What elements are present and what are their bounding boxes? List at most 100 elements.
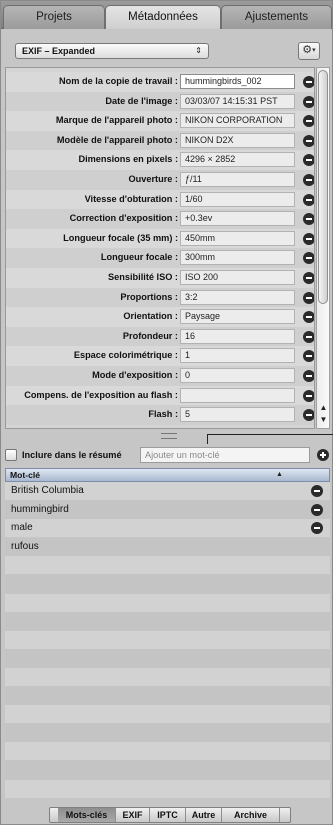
exif-field-value[interactable]: 3:2 <box>180 289 295 305</box>
keyword-empty-row <box>5 630 330 649</box>
exif-row: Compens. de l'exposition au flash : <box>6 385 314 406</box>
exif-field-value[interactable]: Paysage <box>180 309 295 325</box>
exif-field-value[interactable]: 03/03/07 14:15:31 PST <box>180 93 295 109</box>
remove-field-icon[interactable] <box>303 95 314 108</box>
keyword-label: British Columbia <box>11 485 84 496</box>
include-in-summary-label: Inclure dans le résumé <box>22 450 122 460</box>
remove-keyword-icon[interactable] <box>311 522 323 535</box>
exif-row: Sensibilité ISO : ISO 200 <box>6 268 314 288</box>
exif-field-value[interactable]: 1 <box>180 348 295 364</box>
exif-row: Modèle de l'appareil photo : NIKON D2X <box>6 130 314 151</box>
remove-field-icon[interactable] <box>303 370 314 382</box>
exif-row: Longueur focale (35 mm) :450mm <box>6 228 314 249</box>
keyword-empty-row <box>5 556 330 575</box>
bottom-tab-4[interactable]: Archive <box>222 808 280 822</box>
keyword-item[interactable]: rufous <box>5 537 330 556</box>
remove-field-icon[interactable] <box>303 330 314 343</box>
remove-field-icon[interactable] <box>303 232 314 245</box>
keyword-empty-row <box>5 742 330 761</box>
exif-row: Dimensions en pixels :4296 × 2852 <box>6 150 314 170</box>
remove-field-icon[interactable] <box>303 115 314 128</box>
remove-keyword-icon[interactable] <box>311 503 323 516</box>
exif-field-label: Compens. de l'exposition au flash : <box>24 389 178 400</box>
remove-field-icon[interactable] <box>303 193 314 206</box>
exif-row: Flash :5 <box>6 405 314 425</box>
exif-field-value[interactable]: 16 <box>180 328 295 344</box>
include-in-summary-checkbox[interactable] <box>5 449 17 461</box>
keyword-item[interactable]: hummingbird <box>5 500 330 519</box>
keyword-label: rufous <box>11 540 39 552</box>
remove-field-icon[interactable] <box>303 76 314 88</box>
remove-field-icon[interactable] <box>303 409 314 422</box>
exif-field-value[interactable]: NIKON D2X <box>180 132 295 148</box>
keyword-label: hummingbird <box>11 503 69 515</box>
metadata-inspector: Projets Métadonnées Ajustements EXIF – E… <box>0 0 333 825</box>
keyword-list: British Columbia hummingbird male rufous <box>5 482 330 800</box>
keyword-empty-row <box>5 593 330 612</box>
exif-field-value[interactable]: +0.3ev <box>180 211 295 227</box>
exif-field-label: Longueur focale : <box>100 252 178 263</box>
metadata-view-popup[interactable]: EXIF – Expanded ⇕ <box>15 43 209 59</box>
bottom-tab-1[interactable]: EXIF <box>116 808 150 822</box>
keyword-item[interactable]: British Columbia <box>5 482 330 500</box>
exif-scrollbar[interactable]: ▲ ▼ <box>316 67 330 429</box>
remove-field-icon[interactable] <box>303 272 314 284</box>
action-menu-button[interactable]: ⚙▾ <box>298 42 320 60</box>
remove-field-icon[interactable] <box>303 291 314 304</box>
exif-field-value[interactable]: 5 <box>180 407 295 423</box>
exif-field-value[interactable]: 450mm <box>180 230 295 246</box>
tab-ajustements[interactable]: Ajustements <box>221 5 332 29</box>
exif-field-label: Flash : <box>148 409 178 420</box>
scroll-up-arrow-icon[interactable]: ▲ <box>318 402 329 414</box>
tab-projets[interactable]: Projets <box>3 5 105 29</box>
remove-field-icon[interactable] <box>303 134 314 147</box>
keyword-empty-row <box>5 761 330 779</box>
pane-splitter[interactable] <box>161 433 177 439</box>
metadata-view-label: EXIF – Expanded <box>22 46 96 56</box>
exif-field-value[interactable]: 300mm <box>180 250 295 266</box>
add-keyword-input[interactable]: Ajouter un mot-clé <box>140 447 310 463</box>
exif-field-value[interactable]: 0 <box>180 368 295 383</box>
keyword-empty-row <box>5 575 330 593</box>
exif-field-label: Longueur focale (35 mm) : <box>63 232 178 243</box>
keyword-empty-row <box>5 705 330 724</box>
remove-field-icon[interactable] <box>303 389 314 402</box>
exif-field-value[interactable]: ISO 200 <box>180 270 295 285</box>
bottom-tab-3[interactable]: Autre <box>186 808 222 822</box>
exif-row: Vitesse d'obturation :1/60 <box>6 189 314 210</box>
exif-field-label: Ouverture : <box>128 174 178 184</box>
remove-field-icon[interactable] <box>303 252 314 265</box>
remove-keyword-icon[interactable] <box>311 485 323 497</box>
add-keyword-plus-icon[interactable] <box>317 449 329 461</box>
exif-field-value[interactable]: 4296 × 2852 <box>180 152 295 168</box>
bottom-tab-2[interactable]: IPTC <box>150 808 186 822</box>
exif-field-value[interactable]: hummingbirds_002 <box>180 74 295 89</box>
exif-row: Date de l'image :03/03/07 14:15:31 PST <box>6 91 314 112</box>
exif-field-list: Nom de la copie de travail : hummingbirds… <box>5 67 315 429</box>
exif-row: Mode d'exposition :0 <box>6 366 314 386</box>
keyword-input-row: Inclure dans le résumé Ajouter un mot-cl… <box>5 447 317 465</box>
exif-field-value[interactable]: 1/60 <box>180 191 295 207</box>
exif-field-label: Vitesse d'obturation : <box>84 193 178 204</box>
keyword-column-header[interactable]: Mot-clé ▲ <box>5 468 330 482</box>
bottom-tab-0[interactable]: Mots-clés <box>58 808 116 822</box>
exif-row: Longueur focale :300mm <box>6 248 314 268</box>
remove-field-icon[interactable] <box>303 174 314 186</box>
scrollbar-thumb[interactable] <box>318 70 328 304</box>
exif-field-value[interactable] <box>180 387 295 403</box>
remove-field-icon[interactable] <box>303 311 314 324</box>
remove-field-icon[interactable] <box>303 213 314 226</box>
remove-field-icon[interactable] <box>303 350 314 363</box>
remove-field-icon[interactable] <box>303 154 314 167</box>
exif-field-label: Nom de la copie de travail : <box>59 76 178 86</box>
exif-row: Profondeur :16 <box>6 326 314 347</box>
exif-row: Espace colorimétrique :1 <box>6 346 314 366</box>
keyword-empty-row <box>5 779 330 798</box>
exif-field-value[interactable]: ƒ/11 <box>180 172 295 187</box>
chevron-down-icon: ▾ <box>312 47 316 54</box>
tab-metadonnees[interactable]: Métadonnées <box>105 5 221 29</box>
keyword-item[interactable]: male <box>5 519 330 538</box>
scroll-down-arrow-icon[interactable]: ▼ <box>318 414 329 426</box>
keyword-empty-row <box>5 649 330 668</box>
exif-field-value[interactable]: NIKON CORPORATION <box>180 113 295 129</box>
